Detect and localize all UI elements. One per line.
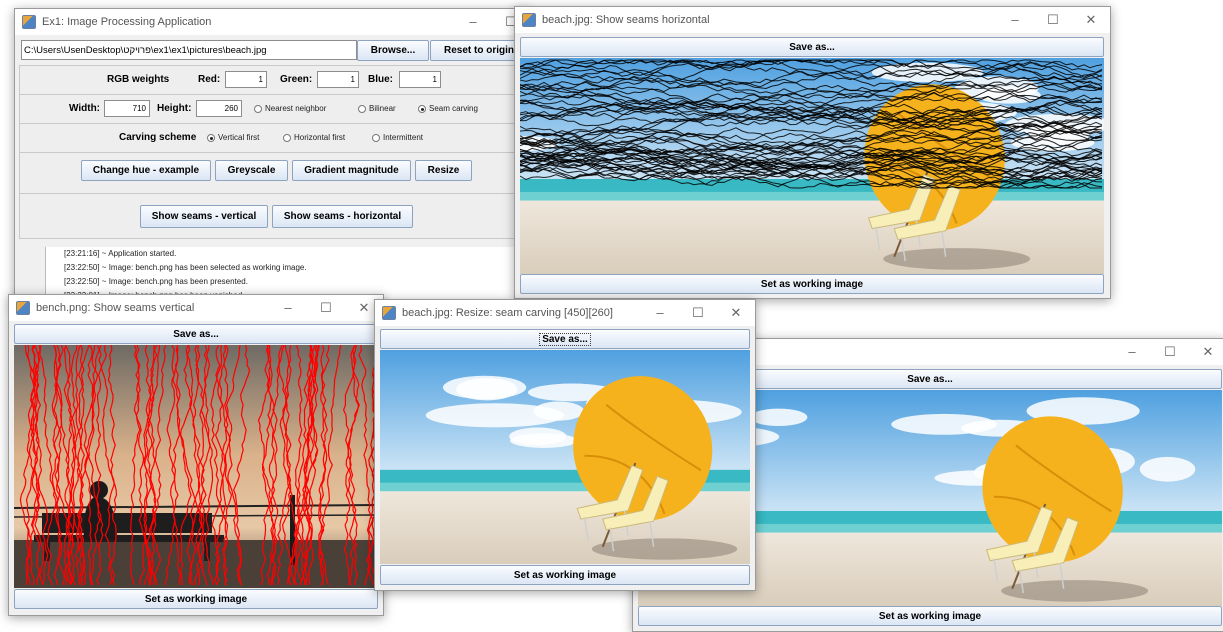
browse-button[interactable]: Browse... [357, 40, 429, 61]
minimize-icon[interactable]: – [454, 9, 492, 35]
set-as-working-image-button[interactable]: Set as working image [520, 274, 1104, 294]
vertical-first-label: Vertical first [218, 133, 260, 142]
green-label: Green: [280, 74, 313, 85]
intermittent-radio[interactable] [372, 134, 380, 142]
red-label: Red: [198, 74, 221, 85]
vertical-seams-image [14, 345, 378, 588]
set-as-working-image-button[interactable]: Set as working image [638, 606, 1222, 626]
nearest-neighbor-radio[interactable] [254, 105, 262, 113]
log-line: [23:22:50] ~ Image: bench.png has been s… [64, 263, 307, 272]
rgb-panel: RGB weights Red: 1 Green: 1 Blue: 1 [19, 65, 526, 95]
cloud [750, 408, 808, 427]
vertical-first-radio[interactable] [207, 134, 215, 142]
cloud [442, 375, 527, 400]
java-app-icon [16, 301, 30, 315]
seam-carving-label: Seam carving [429, 104, 478, 113]
cloud [509, 433, 578, 448]
carving-scheme-label: Carving scheme [119, 132, 197, 143]
cloud [1139, 456, 1196, 482]
horizontal-first-label: Horizontal first [294, 133, 346, 142]
cloud [891, 413, 997, 435]
change-hue-button[interactable]: Change hue - example [81, 160, 211, 181]
log-line: [23:22:50] ~ Image: bench.png has been p… [64, 277, 248, 286]
close-icon[interactable]: ✕ [717, 300, 755, 326]
minimize-icon[interactable]: – [269, 295, 307, 321]
resize-titlebar[interactable]: beach.jpg: Resize: seam carving [450][26… [375, 300, 755, 326]
main-titlebar[interactable]: Ex1: Image Processing Application – ☐ [15, 9, 530, 35]
set-as-working-image-button[interactable]: Set as working image [380, 565, 750, 585]
minimize-icon[interactable]: – [1113, 339, 1151, 365]
show-seams-horizontal-button[interactable]: Show seams - horizontal [272, 205, 413, 228]
save-as-button[interactable]: Save as... [380, 329, 750, 349]
carving-panel: Carving scheme Vertical first Horizontal… [19, 123, 526, 153]
bench-seat [34, 535, 224, 542]
cloud [425, 403, 565, 428]
bilinear-label: Bilinear [369, 104, 396, 113]
height-label: Height: [157, 103, 192, 114]
resize-button[interactable]: Resize [415, 160, 472, 181]
resize-title: beach.jpg: Resize: seam carving [450][26… [402, 307, 613, 319]
java-app-icon [382, 306, 396, 320]
java-app-icon [22, 15, 36, 29]
width-field[interactable]: 710 [104, 100, 150, 117]
bilinear-radio[interactable] [358, 105, 366, 113]
nearest-neighbor-label: Nearest neighbor [265, 104, 327, 113]
close-icon[interactable]: ✕ [1189, 339, 1223, 365]
save-as-button[interactable]: Save as... [520, 37, 1104, 57]
maximize-icon[interactable]: ☐ [307, 295, 345, 321]
horizontal-seams-window: beach.jpg: Show seams horizontal – ☐ ✕ S… [514, 6, 1111, 299]
minimize-icon[interactable]: – [641, 300, 679, 326]
horizontal-seams-titlebar[interactable]: beach.jpg: Show seams horizontal – ☐ ✕ [515, 7, 1110, 33]
vertical-seams-window: bench.png: Show seams vertical – ☐ ✕ Sav… [8, 294, 384, 616]
actions-panel: Change hue - example Greyscale Gradient … [19, 152, 526, 194]
minimize-icon[interactable]: – [996, 7, 1034, 33]
set-as-working-image-button[interactable]: Set as working image [14, 589, 378, 609]
width-label: Width: [69, 103, 101, 114]
seams-panel: Show seams - vertical Show seams - horiz… [19, 193, 526, 239]
vertical-seams-titlebar[interactable]: bench.png: Show seams vertical – ☐ ✕ [9, 295, 383, 321]
intermittent-label: Intermittent [383, 133, 424, 142]
log-line: [23:21:16] ~ Application started. [64, 249, 177, 258]
vertical-seams-title: bench.png: Show seams vertical [36, 302, 195, 314]
beach-resized-image [380, 350, 750, 564]
green-field[interactable]: 1 [317, 71, 359, 88]
blue-field[interactable]: 1 [399, 71, 441, 88]
size-panel: Width: 710 Height: 260 Nearest neighbor … [19, 94, 526, 124]
show-seams-vertical-button[interactable]: Show seams - vertical [140, 205, 268, 228]
save-as-button[interactable]: Save as... [14, 324, 378, 344]
java-app-icon [522, 13, 536, 27]
greyscale-button[interactable]: Greyscale [215, 160, 288, 181]
rgb-label: RGB weights [107, 74, 170, 85]
red-field[interactable]: 1 [225, 71, 267, 88]
gradient-magnitude-button[interactable]: Gradient magnitude [292, 160, 411, 181]
maximize-icon[interactable]: ☐ [1034, 7, 1072, 33]
blue-label: Blue: [368, 74, 393, 85]
maximize-icon[interactable]: ☐ [679, 300, 717, 326]
save-as-label: Save as... [539, 332, 591, 346]
resize-window: beach.jpg: Resize: seam carving [450][26… [374, 299, 756, 591]
beach-horizontal-seams-image [520, 58, 1104, 274]
seam-carving-radio[interactable] [418, 105, 426, 113]
resized-beach-image [380, 350, 750, 564]
horizontal-seams-title: beach.jpg: Show seams horizontal [542, 14, 710, 26]
path-field[interactable]: C:\Users\UsenDesktop\פרויקט\ex1\ex1\pict… [21, 40, 357, 60]
horizontal-first-radio[interactable] [283, 134, 291, 142]
maximize-icon[interactable]: ☐ [1151, 339, 1189, 365]
main-window-title: Ex1: Image Processing Application [42, 16, 212, 28]
main-window: Ex1: Image Processing Application – ☐ C:… [14, 8, 531, 310]
height-field[interactable]: 260 [196, 100, 242, 117]
bench-vertical-seams-image [14, 345, 378, 588]
horizontal-seams-image [520, 58, 1104, 274]
close-icon[interactable]: ✕ [1072, 7, 1110, 33]
